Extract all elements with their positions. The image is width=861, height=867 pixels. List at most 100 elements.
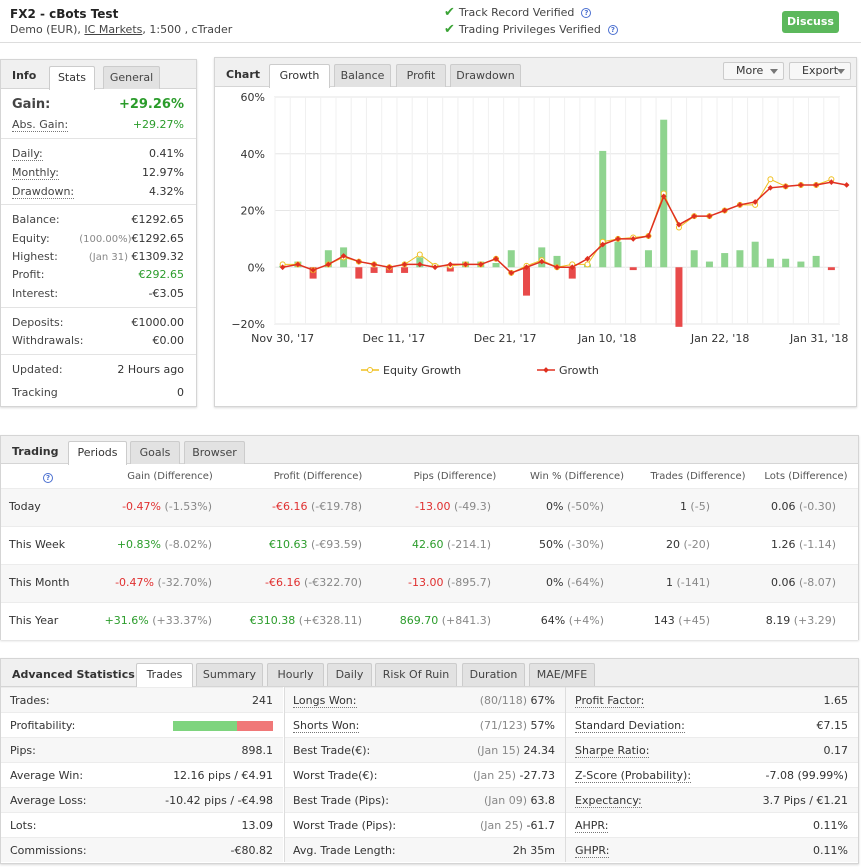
divider [1,138,196,139]
drawdown-label[interactable]: Drawdown: [12,185,75,199]
cell-difference: (+€328.11) [295,614,362,627]
table-cell: 869.70 (+841.3) [400,614,491,627]
table-cell: 1.26 (-1.14) [771,538,836,551]
abs-gain-label[interactable]: Abs. Gain: [12,118,69,132]
export-label: Export [802,64,839,77]
table-cell: 0.06 (-8.07) [771,576,836,589]
tab-growth[interactable]: Growth [269,64,330,88]
daily-label[interactable]: Daily: [12,147,43,161]
stat-label[interactable]: GHPR: [575,844,610,858]
tab-mae-mfe[interactable]: MAE/MFE [529,663,595,686]
stat-value: 1.65 [824,694,849,707]
row-label: This Week [9,538,66,551]
cell-difference: (-64%) [563,576,604,589]
interest-row: Interest: -€3.05 [12,287,184,300]
tab-daily[interactable]: Daily [327,663,372,686]
stat-label: Trades: [10,694,50,707]
tab-risk-of-ruin[interactable]: Risk Of Ruin [375,663,457,686]
legend-marker [367,367,373,373]
help-icon[interactable]: ? [43,473,53,483]
account-title: FX2 - cBots Test [10,7,119,21]
chart-legend[interactable]: Equity Growth Growth [361,364,599,377]
cell-value: 869.70 [399,614,439,627]
stat-label[interactable]: Best Trade(€): [293,744,370,757]
cell-difference: (-€19.78) [307,500,362,513]
stat-label[interactable]: Standard Deviation: [575,719,685,733]
stat-label: Commissions: [10,844,87,857]
export-button[interactable]: Export [789,62,851,80]
x-tick-label: Dec 21, '17 [474,332,537,345]
tab-browser[interactable]: Browser [184,441,245,464]
tab-periods[interactable]: Periods [68,441,127,465]
cell-value: 0.06 [770,500,796,513]
cell-value: -0.47% [115,576,154,589]
balance-label: Balance: [12,213,60,226]
info-title: Info [12,69,37,82]
chart-bar [721,253,729,268]
help-icon[interactable]: ? [607,24,618,35]
table-cell: 50% (-30%) [539,538,604,551]
stat-label[interactable]: Shorts Won: [293,719,360,733]
stat-label[interactable]: Worst Trade (Pips): [293,819,396,832]
equity-row: Equity: (100.00%)€1292.65 [12,232,184,245]
chevron-down-icon [837,69,845,74]
cell-difference: (-€93.59) [307,538,362,551]
column-header: Lots (Difference) [764,471,848,482]
trading-privileges-label: Trading Privileges Verified [458,23,601,36]
tab-hourly[interactable]: Hourly [267,663,324,686]
chart-bar [492,262,500,268]
stat-note: (Jan 15) [476,744,524,757]
profitability-bar [173,721,273,731]
stat-row: Commissions: -€80.82 [1,837,283,862]
stat-label[interactable]: Best Trade (Pips): [293,794,389,807]
deposits-row: Deposits: €1000.00 [12,316,184,329]
stat-value: 3.7 Pips / €1.21 [763,794,848,807]
stat-label[interactable]: Avg. Trade Length: [293,844,396,857]
row-label: This Year [9,614,59,627]
stat-label[interactable]: Worst Trade(€): [293,769,377,782]
tab-summary[interactable]: Summary [196,663,263,686]
stat-label[interactable]: Expectancy: [575,794,642,808]
tab-drawdown[interactable]: Drawdown [450,64,521,87]
discuss-button[interactable]: Discuss [782,11,839,33]
deposits-value: €1000.00 [131,316,185,329]
cell-value: €310.38 [249,614,296,627]
stat-label[interactable]: Profit Factor: [575,694,645,708]
monthly-label[interactable]: Monthly: [12,166,59,180]
chart-bar [599,150,607,268]
table-cell: 0% (-50%) [546,500,604,513]
chart-bar [766,258,774,268]
tab-goals[interactable]: Goals [130,441,180,464]
tab-stats[interactable]: Stats [49,66,95,90]
stat-label[interactable]: AHPR: [575,819,609,833]
tab-profit[interactable]: Profit [396,64,446,87]
tab-general[interactable]: General [103,66,160,89]
tab-duration[interactable]: Duration [462,663,525,686]
stat-label[interactable]: Sharpe Ratio: [575,744,650,758]
chart-bar [523,267,531,296]
cell-value: +0.83% [116,538,161,551]
y-tick-label: 20% [241,205,265,218]
updated-label: Updated: [12,363,63,376]
column-header: Trades (Difference) [650,471,746,482]
more-button[interactable]: More [723,62,784,80]
stat-row: Best Trade(€): (Jan 15) 24.34 [284,737,565,762]
tab-trades[interactable]: Trades [136,663,193,687]
info-panel: Info Stats General Gain: +29.26% Abs. Ga… [0,59,197,407]
table-cell: 42.60 (-214.1) [412,538,491,551]
broker-link[interactable]: IC Markets [84,23,142,36]
cell-value: 0.06 [770,576,796,589]
gain-label: Gain: [12,97,51,112]
stat-note: (80/118) [479,694,531,707]
help-icon[interactable]: ? [581,7,592,18]
stat-label[interactable]: Longs Won: [293,694,357,708]
stat-value: -7.08 (99.99%) [766,769,848,782]
stat-label[interactable]: Z-Score (Probability): [575,769,692,783]
table-cell: +31.6% (+33.37%) [105,614,212,627]
table-cell: 20 (-20) [666,538,710,551]
table-cell: -0.47% (-32.70%) [115,576,212,589]
stat-value: 12.16 pips / €4.91 [173,769,273,782]
tab-balance[interactable]: Balance [334,64,391,87]
cell-difference: (-895.7) [443,576,491,589]
table-cell: 1 (-141) [666,576,710,589]
